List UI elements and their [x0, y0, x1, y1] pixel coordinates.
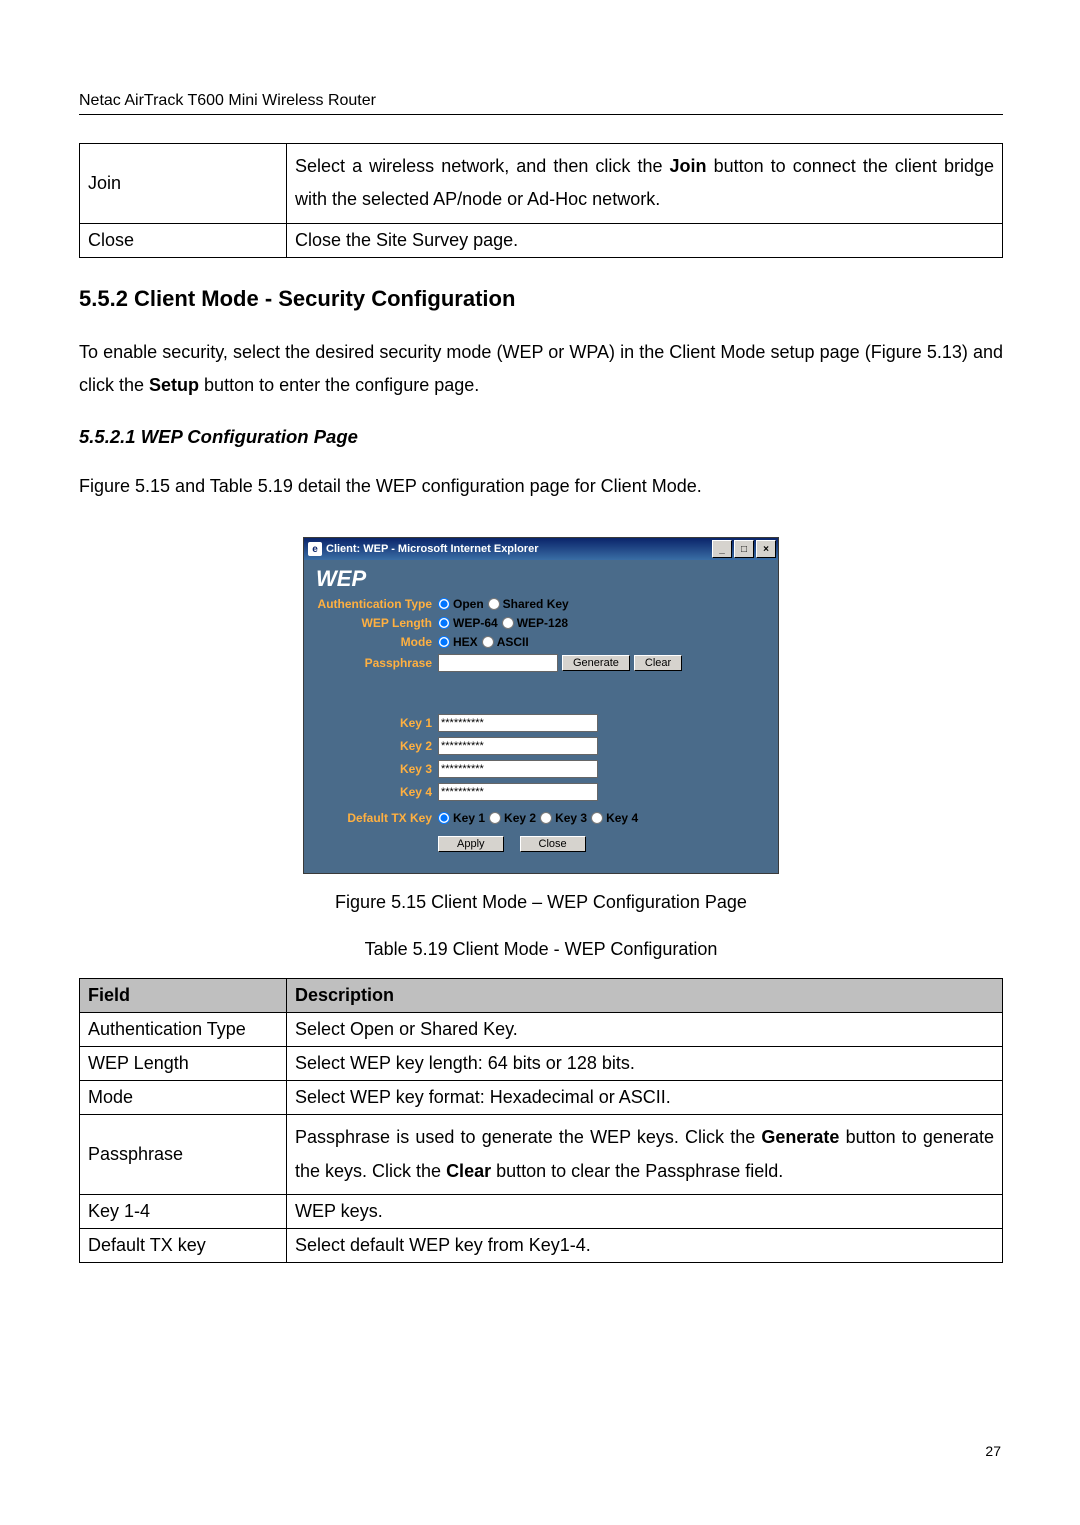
key1-label: Key 1 — [314, 717, 438, 731]
cell-desc: Select WEP key length: 64 bits or 128 bi… — [287, 1047, 1003, 1081]
key1-input[interactable] — [438, 714, 598, 732]
txkey-label: Default TX Key — [314, 812, 438, 826]
mode-hex-radio[interactable]: HEX — [438, 635, 478, 649]
th-field: Field — [80, 979, 287, 1013]
cell-desc: Select WEP key format: Hexadecimal or AS… — [287, 1081, 1003, 1115]
txkey3-radio[interactable]: Key 3 — [540, 811, 587, 825]
running-header: Netac AirTrack T600 Mini Wireless Router — [79, 92, 1003, 115]
table-row: Passphrase Passphrase is used to generat… — [80, 1115, 1003, 1195]
mode-ascii-radio[interactable]: ASCII — [482, 635, 529, 649]
key3-input[interactable] — [438, 760, 598, 778]
key2-input[interactable] — [438, 737, 598, 755]
table-row: WEP Length Select WEP key length: 64 bit… — [80, 1047, 1003, 1081]
window-title: Client: WEP - Microsoft Internet Explore… — [326, 543, 712, 555]
cell-field: Mode — [80, 1081, 287, 1115]
passphrase-label: Passphrase — [314, 657, 438, 671]
cell-desc: Select default WEP key from Key1-4. — [287, 1229, 1003, 1263]
section-heading: 5.5.2 Client Mode - Security Configurati… — [79, 286, 1003, 312]
txkey4-radio[interactable]: Key 4 — [591, 811, 638, 825]
table-row: Default TX key Select default WEP key fr… — [80, 1229, 1003, 1263]
cell-field: Key 1-4 — [80, 1195, 287, 1229]
wep64-radio[interactable]: WEP-64 — [438, 616, 498, 630]
close-pane-button[interactable]: Close — [520, 836, 586, 852]
mode-label: Mode — [314, 636, 438, 650]
auth-type-label: Authentication Type — [314, 598, 438, 612]
key4-input[interactable] — [438, 783, 598, 801]
cell-field: Join — [80, 144, 287, 224]
cell-field: Default TX key — [80, 1229, 287, 1263]
window-titlebar: e Client: WEP - Microsoft Internet Explo… — [304, 538, 778, 560]
cell-field: Close — [80, 223, 287, 257]
maximize-button[interactable]: □ — [734, 540, 754, 558]
section-paragraph: To enable security, select the desired s… — [79, 336, 1003, 403]
table-row: Join Select a wireless network, and then… — [80, 144, 1003, 224]
key4-label: Key 4 — [314, 786, 438, 800]
passphrase-input[interactable] — [438, 654, 558, 672]
key3-label: Key 3 — [314, 763, 438, 777]
sub-paragraph: Figure 5.15 and Table 5.19 detail the WE… — [79, 470, 1003, 503]
panel-title: WEP — [316, 566, 768, 592]
figure-wep-window: e Client: WEP - Microsoft Internet Explo… — [303, 537, 779, 874]
figure-caption: Figure 5.15 Client Mode – WEP Configurat… — [79, 892, 1003, 913]
clear-button[interactable]: Clear — [634, 655, 682, 671]
ie-icon: e — [308, 542, 322, 556]
cell-desc: Select a wireless network, and then clic… — [287, 144, 1003, 224]
txkey2-radio[interactable]: Key 2 — [489, 811, 536, 825]
cell-desc: WEP keys. — [287, 1195, 1003, 1229]
table-row: Authentication Type Select Open or Share… — [80, 1013, 1003, 1047]
cell-desc: Passphrase is used to generate the WEP k… — [287, 1115, 1003, 1195]
table-join-close: Join Select a wireless network, and then… — [79, 143, 1003, 258]
auth-open-radio[interactable]: Open — [438, 597, 484, 611]
th-description: Description — [287, 979, 1003, 1013]
minimize-button[interactable]: _ — [712, 540, 732, 558]
cell-field: Passphrase — [80, 1115, 287, 1195]
page-number: 27 — [985, 1443, 1001, 1459]
close-button[interactable]: × — [756, 540, 776, 558]
apply-button[interactable]: Apply — [438, 836, 504, 852]
wep128-radio[interactable]: WEP-128 — [502, 616, 568, 630]
txkey1-radio[interactable]: Key 1 — [438, 811, 485, 825]
auth-shared-radio[interactable]: Shared Key — [488, 597, 569, 611]
cell-field: Authentication Type — [80, 1013, 287, 1047]
table-row: Key 1-4 WEP keys. — [80, 1195, 1003, 1229]
wep-length-label: WEP Length — [314, 617, 438, 631]
cell-desc: Close the Site Survey page. — [287, 223, 1003, 257]
key2-label: Key 2 — [314, 740, 438, 754]
cell-desc: Select Open or Shared Key. — [287, 1013, 1003, 1047]
table-row: Close Close the Site Survey page. — [80, 223, 1003, 257]
table2-caption: Table 5.19 Client Mode - WEP Configurati… — [79, 939, 1003, 960]
cell-field: WEP Length — [80, 1047, 287, 1081]
generate-button[interactable]: Generate — [562, 655, 630, 671]
table-row: Mode Select WEP key format: Hexadecimal … — [80, 1081, 1003, 1115]
table-wep-config: Field Description Authentication Type Se… — [79, 978, 1003, 1263]
sub-heading: 5.5.2.1 WEP Configuration Page — [79, 426, 1003, 448]
